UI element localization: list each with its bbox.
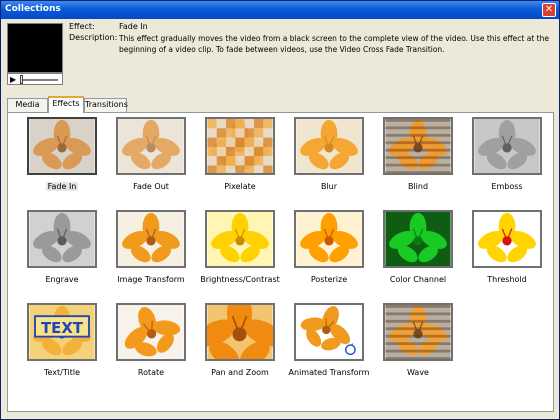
effect-label-text: Brightness/Contrast — [200, 275, 280, 284]
close-button[interactable]: ✕ — [542, 3, 556, 17]
effect-label-text: Fade Out — [133, 182, 169, 191]
effect-label: Effect: — [69, 22, 95, 31]
effect-thumbnail[interactable] — [205, 117, 275, 175]
effect-label-text: Pixelate — [224, 182, 256, 191]
tab-transitions[interactable]: Transitions — [84, 98, 128, 112]
effect-thumbnail[interactable] — [383, 210, 453, 268]
video-preview — [7, 23, 63, 73]
effect-thumbnail[interactable] — [116, 210, 186, 268]
title-bar[interactable]: Collections ✕ — [1, 1, 559, 19]
effect-label-text: Blind — [407, 182, 429, 191]
effect-thumbnail[interactable] — [116, 303, 186, 361]
effect-value: Fade In — [119, 22, 148, 31]
effect-thumbnail[interactable]: TEXT — [27, 303, 97, 361]
effect-thumbnail[interactable] — [294, 117, 364, 175]
seek-slider-thumb[interactable] — [20, 75, 23, 84]
effect-label-text: Blur — [320, 182, 338, 191]
effect-thumbnail[interactable] — [116, 117, 186, 175]
effect-thumbnail[interactable] — [294, 303, 364, 361]
effects-grid: Fade In Fade Out Pixelate Blur Blind Emb… — [7, 112, 554, 412]
effect-thumbnail[interactable] — [383, 117, 453, 175]
effect-label-text: Posterize — [310, 275, 348, 284]
effect-thumbnail[interactable] — [27, 210, 97, 268]
description-text: This effect gradually moves the video fr… — [119, 34, 549, 54]
effect-thumbnail[interactable] — [205, 210, 275, 268]
seek-track[interactable] — [20, 79, 58, 81]
effect-thumbnail[interactable] — [472, 117, 542, 175]
effect-label-text: Engrave — [45, 275, 79, 284]
play-button[interactable]: ▶ — [10, 75, 16, 84]
tab-effects[interactable]: Effects — [48, 96, 84, 113]
effect-thumbnail[interactable] — [472, 210, 542, 268]
effect-label-text: Animated Transform — [288, 368, 370, 377]
description-label: Description: — [69, 33, 118, 42]
effect-label-text: Emboss — [491, 182, 523, 191]
effect-label-text: Color Channel — [389, 275, 447, 284]
window-title: Collections — [5, 4, 61, 14]
effect-label-text: Wave — [407, 368, 429, 377]
effect-label-text: Rotate — [137, 368, 165, 377]
preview-controls: ▶ — [7, 73, 63, 85]
effect-thumbnail[interactable] — [294, 210, 364, 268]
effect-label-text: Pan and Zoom — [211, 368, 269, 377]
effect-thumbnail[interactable] — [383, 303, 453, 361]
effect-label-text: Image Transform — [117, 275, 185, 284]
effect-label-text: Fade In — [45, 182, 79, 191]
tab-media-file[interactable]: Media File — [7, 98, 48, 121]
effect-label-text: Threshold — [487, 275, 527, 284]
svg-text:TEXT: TEXT — [41, 319, 84, 337]
effect-label-text: Text/Title — [43, 368, 81, 377]
collections-window: Collections ✕ ▶ Effect: Fade In Descript… — [0, 0, 560, 420]
effect-thumbnail[interactable] — [205, 303, 275, 361]
effect-thumbnail[interactable] — [27, 117, 97, 175]
